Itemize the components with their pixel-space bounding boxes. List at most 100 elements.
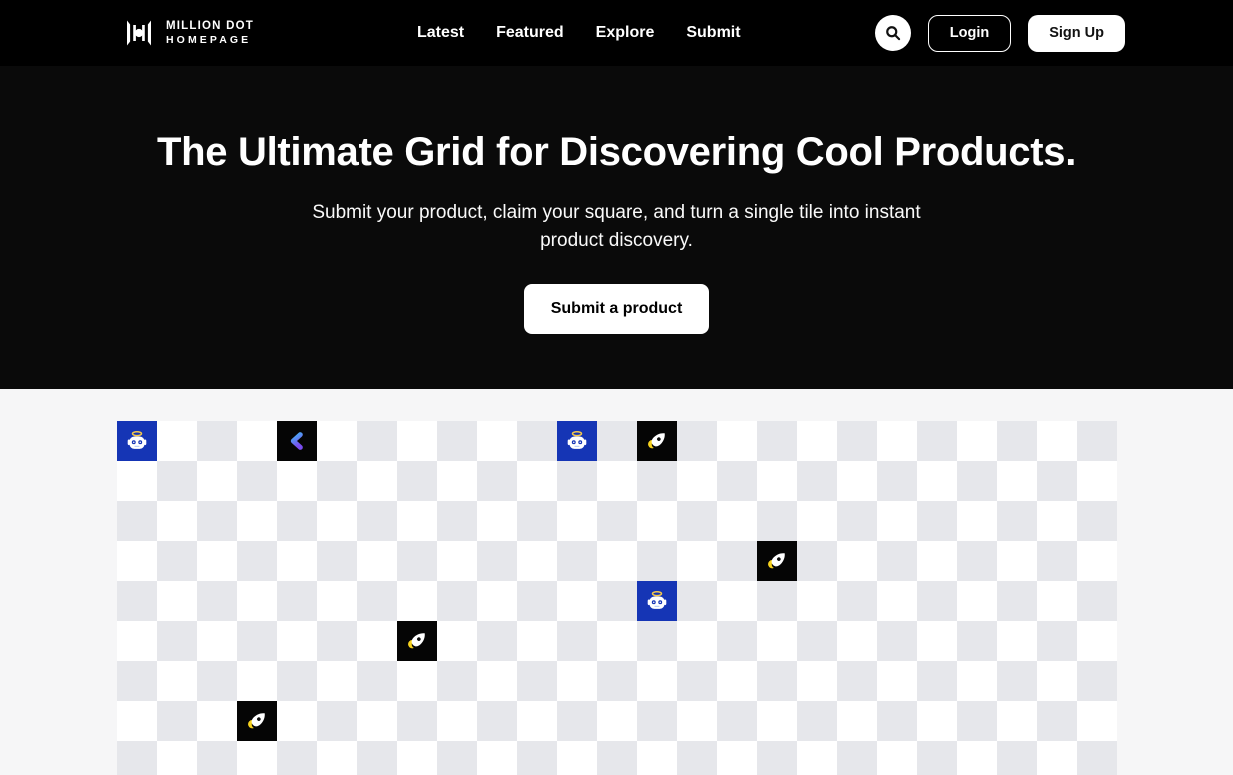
grid-cell — [957, 661, 997, 701]
grid-cell — [877, 741, 917, 775]
grid-cell — [317, 701, 357, 741]
grid-tile[interactable] — [117, 421, 157, 461]
grid-cell — [797, 421, 837, 461]
login-button[interactable]: Login — [928, 15, 1011, 52]
grid-cell — [197, 501, 237, 541]
grid-cell — [157, 741, 197, 775]
nav-link-explore[interactable]: Explore — [596, 24, 655, 42]
grid-cell — [837, 741, 877, 775]
grid-cell — [117, 701, 157, 741]
grid-tile[interactable] — [397, 621, 437, 661]
grid-cell — [157, 501, 197, 541]
grid-cell — [1037, 421, 1077, 461]
grid-cell — [117, 621, 157, 661]
grid-cell — [317, 461, 357, 501]
grid-cell — [157, 661, 197, 701]
grid-cell — [237, 501, 277, 541]
grid-cell — [997, 461, 1037, 501]
grid-cell — [797, 581, 837, 621]
grid-cell — [677, 661, 717, 701]
grid-cell — [317, 501, 357, 541]
grid-cell — [117, 581, 157, 621]
grid-cell — [917, 501, 957, 541]
robot-icon — [562, 426, 592, 456]
grid-cell — [837, 701, 877, 741]
grid-cell — [797, 501, 837, 541]
grid-tile[interactable] — [277, 421, 317, 461]
hero: The Ultimate Grid for Discovering Cool P… — [0, 66, 1233, 389]
grid-cell — [837, 501, 877, 541]
grid-tile[interactable] — [237, 701, 277, 741]
robot-icon — [122, 426, 152, 456]
grid-cell — [877, 621, 917, 661]
grid-cell — [677, 501, 717, 541]
grid-cell — [357, 661, 397, 701]
grid-cell — [757, 501, 797, 541]
grid-cell — [997, 421, 1037, 461]
grid-cell — [277, 461, 317, 501]
grid-cell — [237, 581, 277, 621]
grid-cell — [557, 661, 597, 701]
grid-cell — [917, 741, 957, 775]
grid-cell — [397, 581, 437, 621]
grid-cell — [997, 501, 1037, 541]
grid-cell — [917, 461, 957, 501]
grid-tile[interactable] — [637, 421, 677, 461]
search-icon — [883, 23, 903, 43]
grid-cell — [277, 541, 317, 581]
grid-cell — [197, 421, 237, 461]
grid-cell — [757, 421, 797, 461]
grid-cell — [477, 621, 517, 661]
grid-cell — [277, 741, 317, 775]
search-button[interactable] — [875, 15, 911, 51]
grid-cell — [437, 621, 477, 661]
grid-cell — [397, 741, 437, 775]
grid-cell — [1077, 741, 1117, 775]
grid-cell — [797, 621, 837, 661]
grid-cell — [637, 621, 677, 661]
grid-cell — [197, 621, 237, 661]
logo-text: MILLION DOT HOMEPAGE — [166, 19, 254, 47]
grid-cell — [357, 621, 397, 661]
grid-cell — [997, 741, 1037, 775]
grid-cell — [437, 701, 477, 741]
logo[interactable]: MILLION DOT HOMEPAGE — [123, 18, 254, 48]
grid-cell — [1037, 461, 1077, 501]
grid-cell — [597, 701, 637, 741]
grid-cell — [477, 461, 517, 501]
submit-product-button[interactable]: Submit a product — [524, 284, 710, 334]
nav-link-latest[interactable]: Latest — [417, 24, 464, 42]
grid-tile[interactable] — [757, 541, 797, 581]
grid-cell — [277, 661, 317, 701]
grid-cell — [757, 701, 797, 741]
grid-cell — [517, 581, 557, 621]
grid-cell — [717, 541, 757, 581]
grid-cell — [397, 541, 437, 581]
grid-cell — [117, 541, 157, 581]
grid-cell — [397, 701, 437, 741]
grid-cell — [237, 741, 277, 775]
nav-link-submit[interactable]: Submit — [686, 24, 740, 42]
grid-tile[interactable] — [557, 421, 597, 461]
grid-cell — [717, 741, 757, 775]
grid-cell — [1077, 621, 1117, 661]
grid-cell — [237, 621, 277, 661]
grid-cell — [237, 461, 277, 501]
grid-tile[interactable] — [637, 581, 677, 621]
grid-cell — [637, 541, 677, 581]
nav-link-featured[interactable]: Featured — [496, 24, 564, 42]
signup-button[interactable]: Sign Up — [1028, 15, 1125, 52]
nav-right: Login Sign Up — [875, 15, 1125, 52]
grid-cell — [957, 581, 997, 621]
grid-cell — [477, 421, 517, 461]
grid-cell — [477, 701, 517, 741]
hero-subtitle: Submit your product, claim your square, … — [282, 199, 952, 255]
grid-cell — [557, 741, 597, 775]
grid-cell — [317, 621, 357, 661]
grid-cell — [997, 541, 1037, 581]
grid-cell — [557, 621, 597, 661]
grid-cell — [637, 701, 677, 741]
grid-cell — [557, 581, 597, 621]
grid-cell — [317, 541, 357, 581]
grid-cell — [1037, 701, 1077, 741]
